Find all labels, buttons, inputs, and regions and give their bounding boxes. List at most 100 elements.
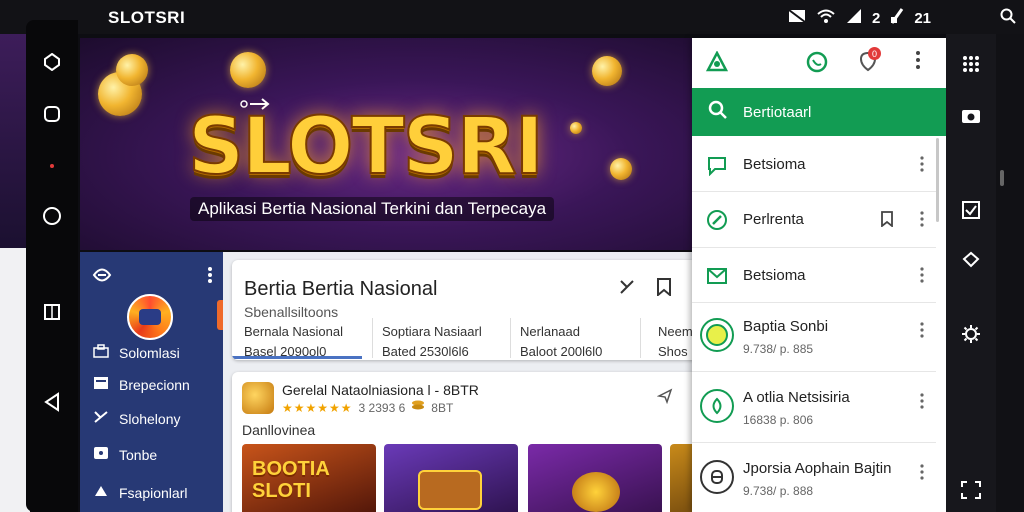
tools-icon	[93, 410, 109, 427]
screen-edge	[996, 34, 1024, 512]
search-icon[interactable]	[1000, 8, 1016, 29]
panel-header: 0	[692, 38, 946, 88]
recents-icon[interactable]	[40, 102, 64, 126]
main-content: Bertia Bertia Nasional Sbenallsiltoons B…	[223, 252, 702, 512]
more-options-icon[interactable]	[208, 267, 212, 288]
news-card[interactable]: Bertia Bertia Nasional Sbenallsiltoons B…	[232, 260, 702, 360]
building-icon	[93, 344, 109, 361]
camera-icon[interactable]	[959, 104, 983, 128]
news-column[interactable]: Bernala Nasional Basel 2090ol0	[244, 322, 343, 360]
news-card-title: Bertia Bertia Nasional	[244, 278, 438, 300]
scrollbar[interactable]	[936, 138, 939, 222]
drawer-item-2[interactable]: Slohelony	[93, 410, 181, 427]
grid-icon	[93, 376, 109, 393]
overview-button-icon[interactable]	[40, 300, 64, 324]
game-thumbnail[interactable]	[528, 444, 662, 512]
divider	[640, 318, 641, 358]
hero-logo: SLOTSRI	[187, 101, 545, 193]
right-panel: 0 Bertiotaarl Betsioma Perlrenta Betsiom…	[692, 38, 946, 512]
bookmark-icon[interactable]	[656, 278, 672, 301]
back-button-icon[interactable]	[40, 390, 64, 414]
battery-icon	[890, 8, 904, 28]
settings-icon[interactable]	[40, 50, 64, 74]
drawer-header	[92, 266, 212, 289]
rating-count: 3 2393 6	[358, 400, 406, 415]
megaphone-icon	[93, 484, 109, 501]
whatsapp-icon[interactable]	[806, 51, 828, 78]
divider	[372, 318, 373, 358]
app-card[interactable]: Gerelal Nataolniasiona l - 8BTR ★★★★★★ 3…	[232, 372, 702, 512]
panel-row[interactable]: Perlrenta	[692, 193, 936, 248]
more-options-icon[interactable]	[920, 322, 924, 343]
checkbox-icon[interactable]	[959, 198, 983, 222]
hero-banner: SLOTSRI Aplikasi Bertia Nasional Terkini…	[80, 38, 692, 250]
panel-row-sub: 16838 p. 806	[743, 413, 814, 427]
coin-decoration	[230, 52, 266, 88]
game-thumbnail[interactable]: BOOTIA SLOTI	[242, 444, 376, 512]
apps-grid-icon[interactable]	[959, 52, 983, 76]
right-toolbar	[946, 34, 996, 512]
signal-text: 2	[872, 9, 881, 27]
status-icons: 2 21	[788, 8, 931, 28]
wifi-icon	[816, 8, 836, 28]
more-options-icon[interactable]	[920, 393, 924, 414]
undo-icon[interactable]	[959, 248, 983, 272]
app-meta: ★★★★★★ 3 2393 6 8BT	[282, 400, 453, 415]
message-icon	[788, 9, 806, 27]
panel-row[interactable]: Baptia Sonbi 9.738/ p. 885	[692, 304, 936, 372]
search-row[interactable]: Bertiotaarl	[692, 88, 946, 136]
news-column-line: Nerlanaad	[520, 324, 580, 339]
panel-row[interactable]: Betsioma	[692, 138, 936, 192]
signal-icon	[846, 8, 862, 28]
more-options-icon[interactable]	[920, 464, 924, 485]
coin-decoration	[592, 56, 622, 86]
news-column-line: Shos	[658, 344, 688, 359]
news-column[interactable]: Soptiara Nasiaarl Bated 2530l6l6	[382, 322, 482, 360]
drawer-item-1[interactable]: Brepecionn	[93, 376, 190, 393]
coin-stack-icon	[411, 400, 425, 415]
game-thumbnail[interactable]	[384, 444, 518, 512]
drawer-item-label: Brepecionn	[119, 376, 190, 393]
news-column[interactable]: Neem Shos	[658, 322, 693, 360]
gear-icon[interactable]	[959, 322, 983, 346]
app-logo-icon[interactable]	[705, 50, 729, 78]
panel-row-label: Perlrenta	[743, 211, 804, 228]
drawer-profile[interactable]: Solomlasi	[93, 344, 180, 361]
red-dot-indicator	[40, 154, 64, 178]
more-options-icon[interactable]	[916, 51, 920, 74]
more-options-icon[interactable]	[920, 211, 924, 232]
bookmark-icon[interactable]	[880, 211, 894, 232]
leaf-icon	[700, 389, 734, 423]
drawer-item-3[interactable]: Tonbe	[93, 446, 157, 463]
app-name: Gerelal Nataolniasiona l - 8BTR	[282, 382, 479, 398]
share-icon[interactable]	[656, 388, 673, 409]
more-options-icon[interactable]	[920, 267, 924, 288]
screenshot-icon[interactable]	[959, 478, 983, 502]
active-tab-indicator	[232, 356, 362, 359]
side-drawer: Solomlasi Brepecionn Slohelony Tonbe Fsa…	[80, 252, 223, 512]
news-column[interactable]: Nerlanaad Baloot 200l6l0	[520, 322, 602, 360]
drawer-item-label: Tonbe	[119, 446, 158, 463]
news-column-line: Neem	[658, 324, 693, 339]
tools-icon[interactable]	[618, 278, 636, 301]
app-icon	[242, 382, 274, 414]
panel-row[interactable]: Jporsia Aophain Bajtin 9.738/ p. 888	[692, 444, 936, 512]
drawer-item-label: Fsapionlarl	[119, 484, 188, 501]
more-options-icon[interactable]	[920, 156, 924, 177]
panel-row-label: Baptia Sonbi	[743, 318, 829, 335]
shield-icon	[93, 446, 109, 463]
home-button-icon[interactable]	[40, 204, 64, 228]
panel-row-sub: 9.738/ p. 888	[743, 484, 814, 498]
drawer-item-4[interactable]: Fsapionlarl	[93, 484, 187, 501]
panel-row-label: Betsioma	[743, 267, 806, 284]
drawer-logo-icon[interactable]	[92, 266, 112, 289]
panel-row[interactable]: Betsioma	[692, 249, 936, 303]
status-bar: SLOTSRI 2 21	[0, 0, 1024, 34]
system-nav-bar	[26, 20, 78, 512]
section-label: Danllovinea	[242, 422, 316, 438]
scrollbar[interactable]	[1000, 170, 1004, 186]
panel-row[interactable]: A otlia Netsisiria 16838 p. 806	[692, 373, 936, 443]
coin-decoration	[116, 54, 148, 86]
avatar[interactable]	[127, 294, 173, 340]
news-card-subtitle: Sbenallsiltoons	[244, 304, 339, 320]
